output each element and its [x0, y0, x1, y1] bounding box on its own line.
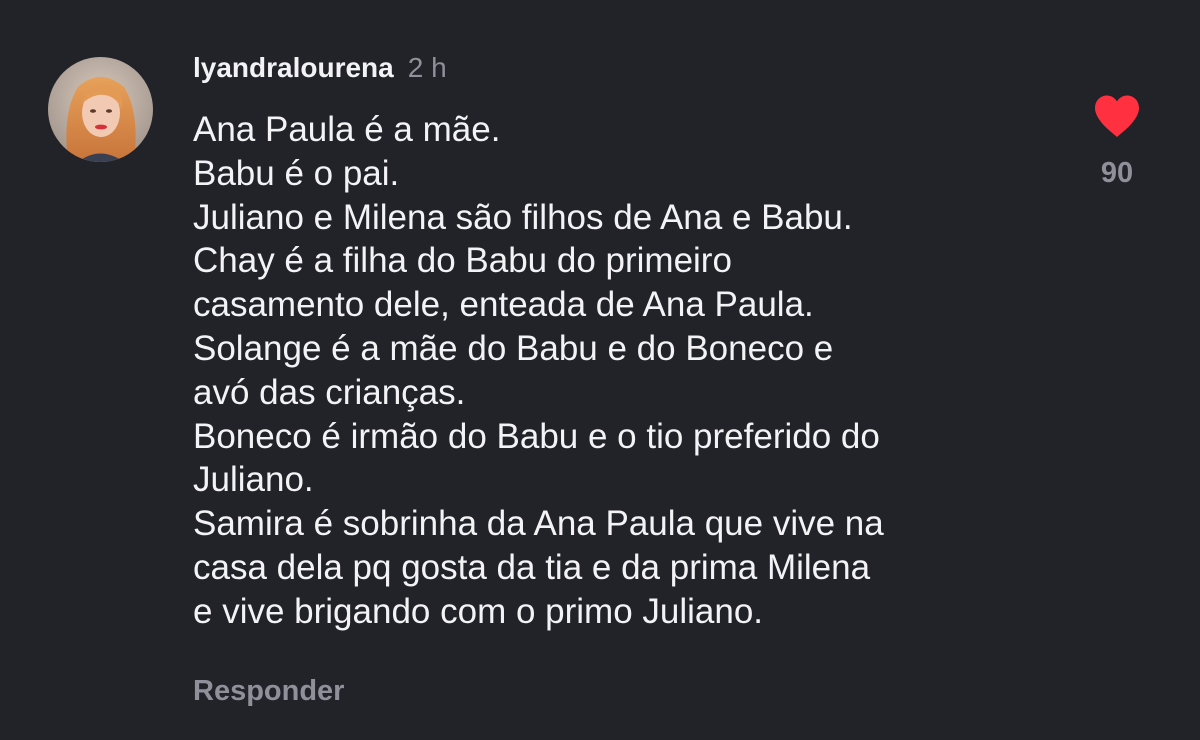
comment-text-line: avó das crianças. [193, 372, 466, 412]
avatar-image [48, 57, 153, 162]
heart-icon[interactable] [1093, 94, 1141, 138]
timestamp: 2 h [407, 52, 447, 83]
comment-text: Ana Paula é a mãe. Babu é o pai. Juliano e… [193, 108, 1073, 634]
comment: lyandralourena 2 h Ana Paula é a mãe. Bab… [0, 0, 1200, 740]
comment-header: lyandralourena 2 h [193, 52, 447, 88]
avatar[interactable] [48, 57, 153, 162]
comment-text-line: casa dela pq gosta da tia e da prima Mil… [193, 547, 871, 587]
comment-text-line: Babu é o pai. [193, 153, 400, 193]
username-link[interactable]: lyandralourena [193, 52, 394, 84]
comment-text-line: e vive brigando com o primo Juliano. [193, 591, 764, 631]
like-count: 90 [1100, 157, 1134, 189]
comment-text-line: Solange é a mãe do Babu e do Boneco e [193, 328, 834, 368]
comment-text-line: Juliano. [193, 460, 314, 500]
reply-button[interactable]: Responder [193, 675, 344, 708]
comment-text-line: casamento dele, enteada de Ana Paula. [193, 285, 814, 325]
comment-text-line: Juliano e Milena são filhos de Ana e Bab… [193, 197, 853, 237]
comment-text-line: Samira é sobrinha da Ana Paula que vive … [193, 504, 884, 544]
comment-text-line: Chay é a filha do Babu do primeiro [193, 241, 732, 281]
like-control: 90 [1088, 92, 1148, 192]
comment-text-line: Ana Paula é a mãe. [193, 110, 501, 149]
comment-text-line: Boneco é irmão do Babu e o tio preferido… [193, 416, 880, 456]
